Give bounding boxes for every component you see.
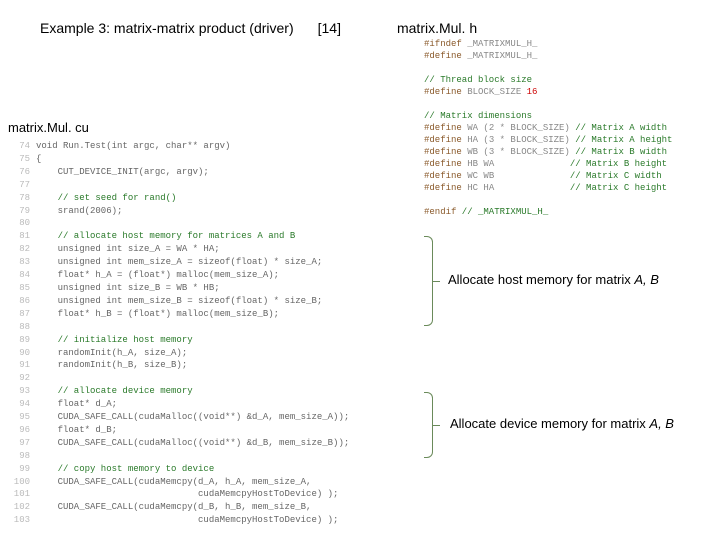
- code-block-source: 74void Run.Test(int argc, char** argv) 7…: [8, 140, 428, 527]
- slide-title: Example 3: matrix-matrix product (driver…: [40, 20, 294, 36]
- code-block-header: #ifndef _MATRIXMUL_H_ #define _MATRIXMUL…: [424, 38, 714, 218]
- title-row: Example 3: matrix-matrix product (driver…: [40, 20, 700, 36]
- annotation-host-memory: Allocate host memory for matrix A, B: [448, 272, 659, 287]
- citation-ref: [14]: [318, 20, 341, 36]
- source-filename: matrix.Mul. cu: [8, 120, 89, 135]
- annotation-device-memory: Allocate device memory for matrix A, B: [450, 416, 674, 431]
- header-filename: matrix.Mul. h: [397, 20, 477, 36]
- brace-icon: [424, 392, 433, 458]
- brace-icon: [424, 236, 433, 326]
